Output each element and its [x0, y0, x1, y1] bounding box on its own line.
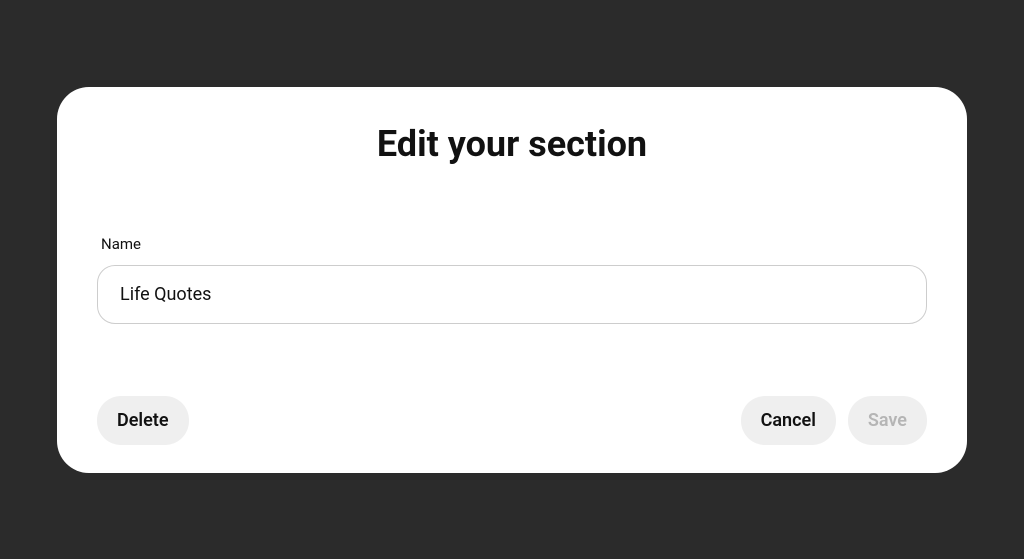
modal-title: Edit your section [97, 123, 927, 165]
edit-section-modal: Edit your section Name Delete Cancel Sav… [57, 87, 967, 473]
save-button[interactable]: Save [848, 396, 927, 445]
modal-button-row: Delete Cancel Save [97, 396, 927, 445]
name-input[interactable] [97, 265, 927, 324]
name-field-label: Name [101, 235, 927, 253]
delete-button[interactable]: Delete [97, 396, 189, 445]
cancel-button[interactable]: Cancel [741, 396, 836, 445]
right-button-group: Cancel Save [741, 396, 927, 445]
